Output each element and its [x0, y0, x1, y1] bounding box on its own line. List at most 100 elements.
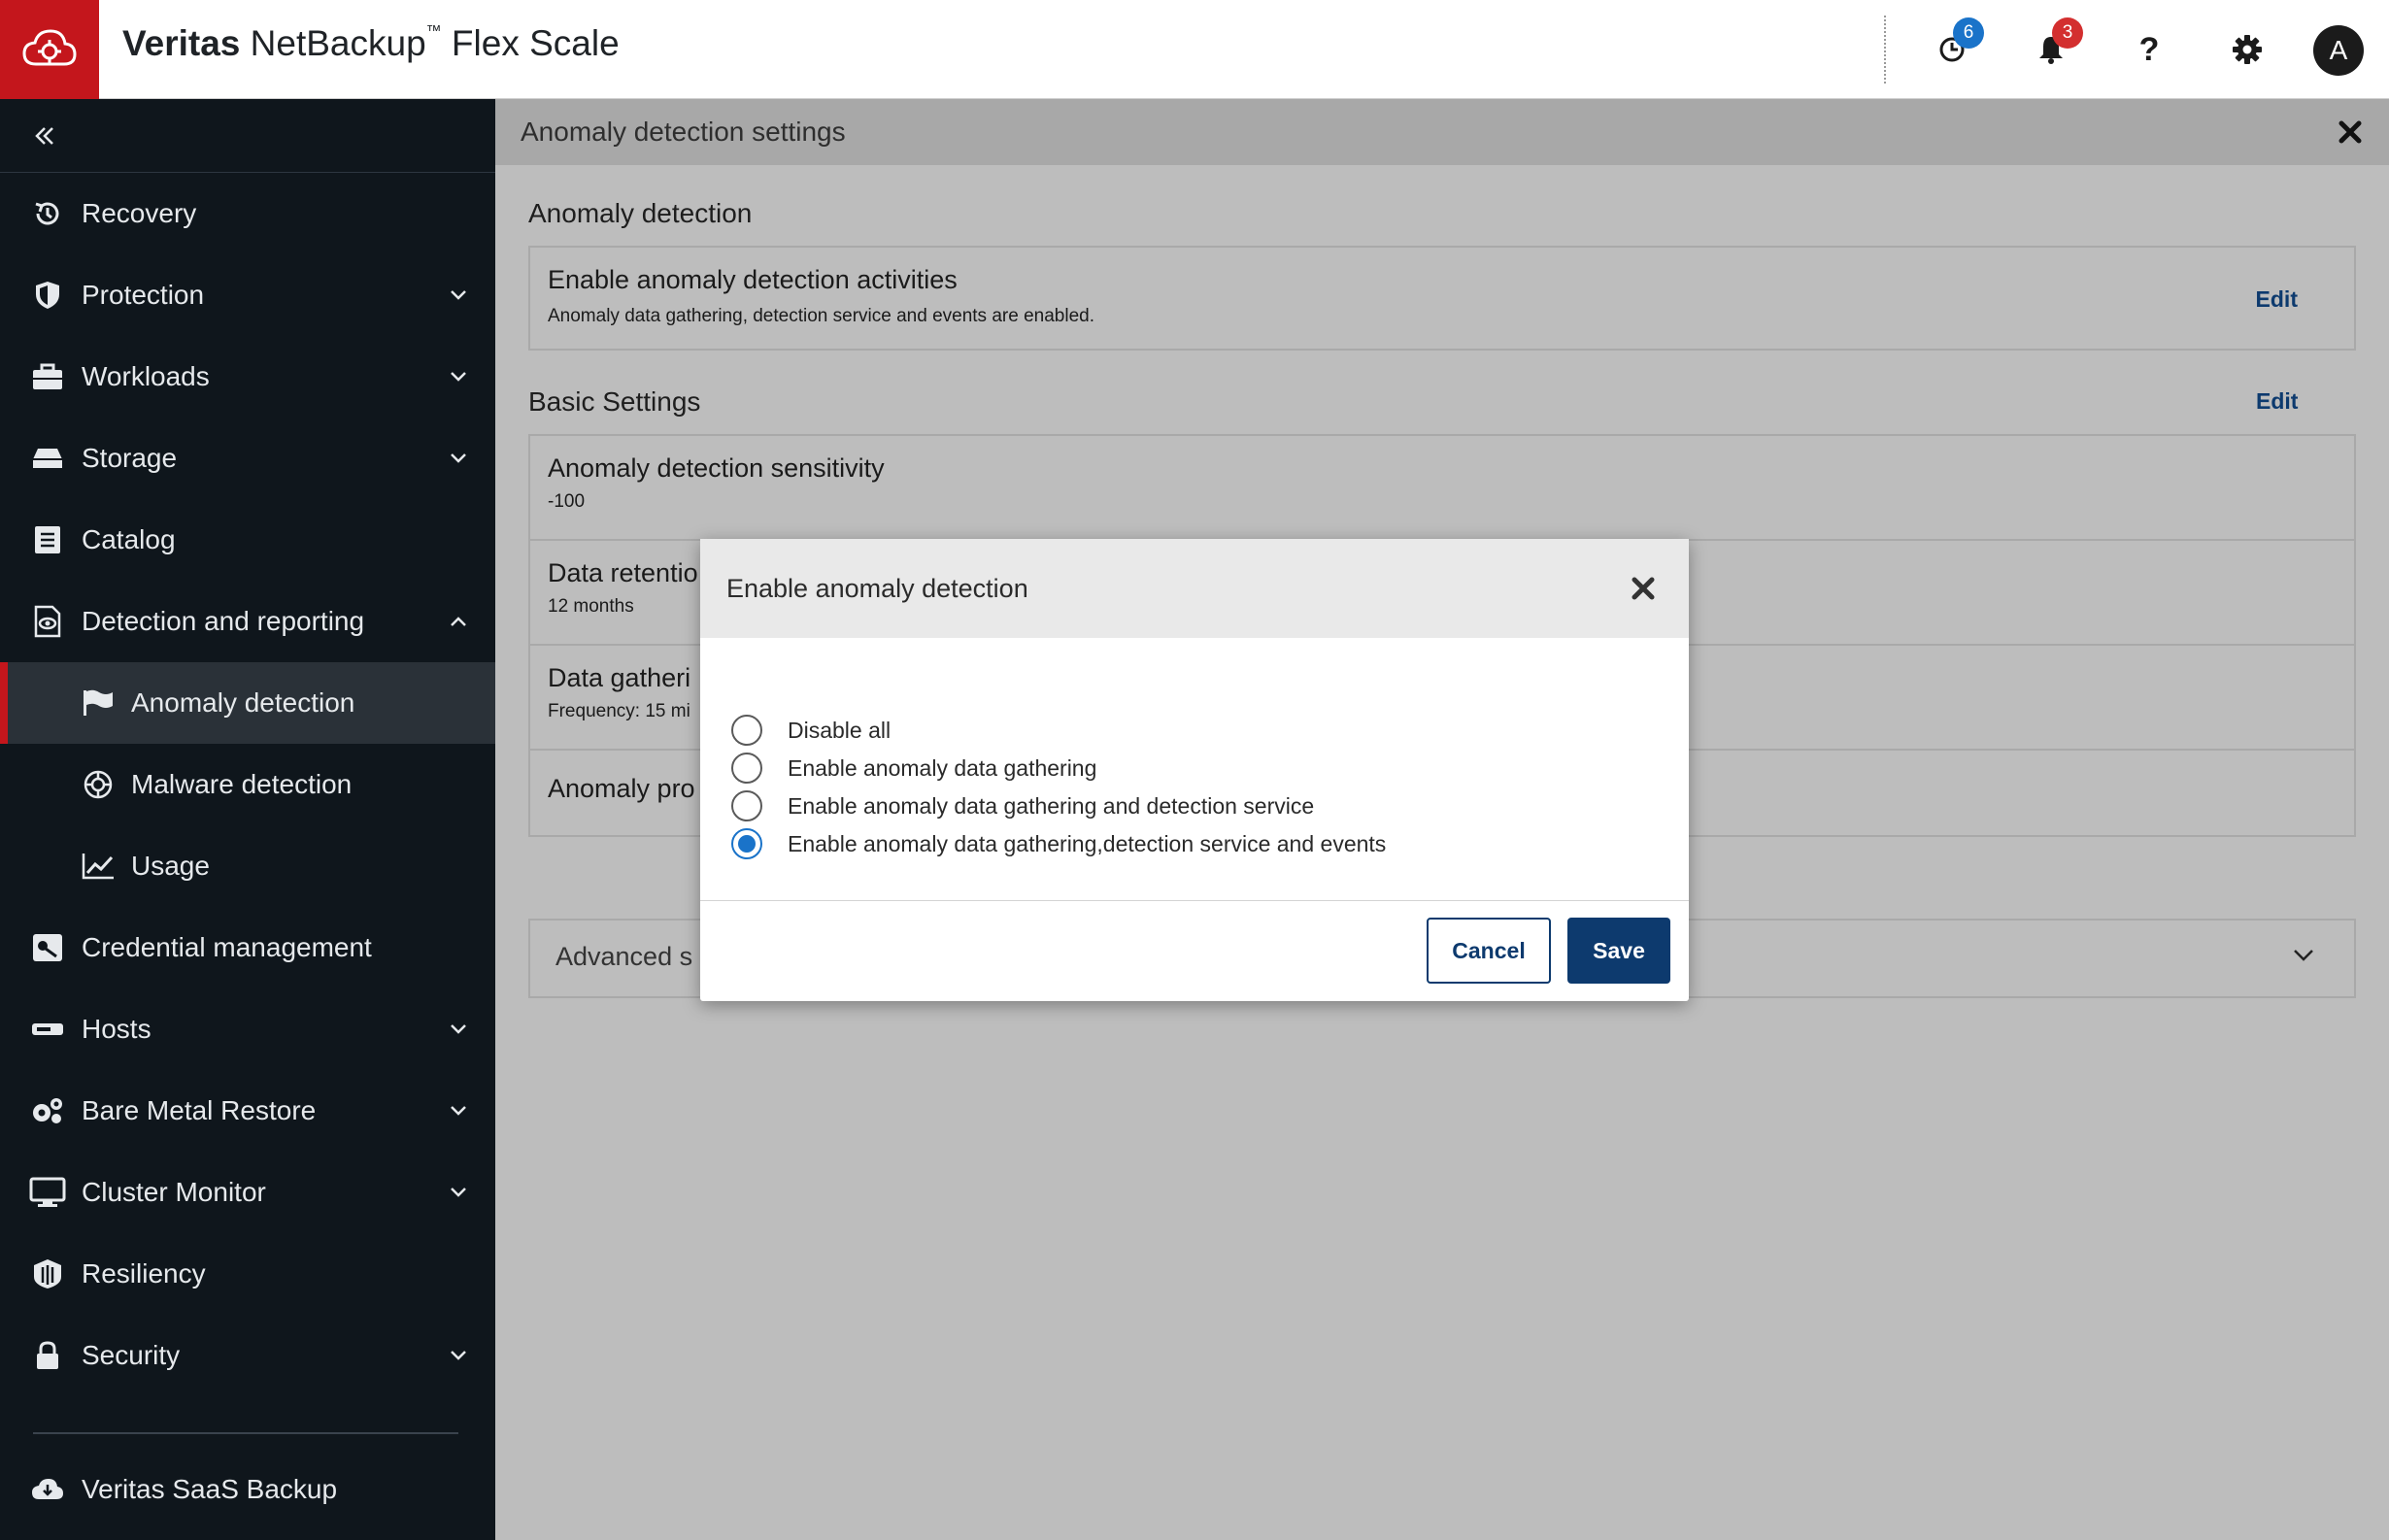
sidebar: Recovery Protection Workloads Storage Ca…	[0, 99, 495, 1540]
sidebar-item-veritas-saas-backup[interactable]: Veritas SaaS Backup	[0, 1449, 495, 1530]
radio-button-selected[interactable]	[731, 828, 762, 859]
sidebar-item-label: Veritas SaaS Backup	[82, 1474, 338, 1504]
card-title: Enable anomaly detection activities	[548, 265, 958, 294]
veritas-logo[interactable]	[0, 0, 99, 99]
question-icon: ?	[2138, 30, 2160, 68]
sidebar-item-label: Anomaly detection	[131, 687, 355, 718]
settings-button[interactable]	[2223, 25, 2271, 74]
sidebar-item-recovery[interactable]: Recovery	[0, 173, 495, 254]
sidebar-item-label: Hosts	[82, 1014, 151, 1044]
user-avatar[interactable]: A	[2313, 25, 2364, 76]
key-icon	[29, 929, 66, 966]
sidebar-item-label: Cluster Monitor	[82, 1177, 266, 1207]
header-divider	[1884, 16, 1886, 84]
monitor-icon	[29, 1174, 66, 1211]
sidebar-item-bare-metal-restore[interactable]: Bare Metal Restore	[0, 1070, 495, 1152]
chevron-down-icon	[447, 284, 470, 307]
radio-option-data-gathering[interactable]: Enable anomaly data gathering	[731, 751, 1096, 786]
sidebar-item-detection-and-reporting[interactable]: Detection and reporting	[0, 581, 495, 662]
card-value: Frequency: 15 mi	[548, 701, 690, 721]
close-icon	[1632, 577, 1655, 600]
radio-option-gathering-detection-events[interactable]: Enable anomaly data gathering,detection …	[731, 826, 1386, 861]
sidebar-item-label: Credential management	[82, 932, 372, 962]
dialog-header: Enable anomaly detection	[700, 539, 1689, 638]
radio-button[interactable]	[731, 753, 762, 784]
sidebar-item-label: Protection	[82, 280, 205, 310]
edit-basic-settings-link[interactable]: Edit	[2256, 388, 2298, 415]
sidebar-item-cluster-monitor[interactable]: Cluster Monitor	[0, 1152, 495, 1233]
sidebar-item-anomaly-detection[interactable]: Anomaly detection	[0, 662, 495, 744]
gear-icon	[2233, 35, 2262, 64]
sidebar-item-catalog[interactable]: Catalog	[0, 499, 495, 581]
panel-title: Anomaly detection settings	[521, 117, 846, 147]
sidebar-item-security[interactable]: Security	[0, 1315, 495, 1396]
sidebar-divider	[33, 1432, 458, 1434]
host-icon	[29, 1011, 66, 1048]
cloud-gear-logo-icon	[22, 29, 77, 66]
accordion-label: Advanced s	[555, 942, 693, 971]
flag-icon	[80, 685, 117, 721]
radio-label: Enable anomaly data gathering,detection …	[788, 830, 1387, 856]
catalog-icon	[29, 521, 66, 558]
card-title: Anomaly pro	[548, 774, 695, 803]
notifications-button[interactable]: 3	[2027, 17, 2083, 74]
card-subtitle: Anomaly data gathering, detection servic…	[548, 306, 1094, 326]
chevron-down-icon	[447, 1018, 470, 1041]
close-dialog-button[interactable]	[1627, 572, 1660, 605]
card-title: Data retentio	[548, 558, 698, 587]
chevron-down-icon	[447, 1099, 470, 1122]
sidebar-item-resiliency[interactable]: Resiliency	[0, 1233, 495, 1315]
sidebar-item-label: Bare Metal Restore	[82, 1095, 317, 1125]
section-title-anomaly-detection: Anomaly detection	[528, 198, 753, 228]
panel-header: Anomaly detection settings	[495, 99, 2389, 165]
enable-anomaly-detection-dialog: Enable anomaly detection Disable all Ena…	[700, 539, 1689, 1001]
radio-button[interactable]	[731, 715, 762, 746]
save-button[interactable]: Save	[1567, 918, 1670, 984]
sidebar-item-label: Workloads	[82, 361, 210, 391]
radio-option-gathering-and-detection[interactable]: Enable anomaly data gathering and detect…	[731, 788, 1314, 823]
jobs-button[interactable]: 6	[1928, 17, 1984, 74]
close-icon	[2339, 120, 2362, 144]
sidebar-item-usage[interactable]: Usage	[0, 825, 495, 907]
radio-option-disable-all[interactable]: Disable all	[731, 713, 891, 748]
virus-icon	[80, 766, 117, 803]
jobs-badge: 6	[1953, 17, 1984, 49]
chevron-down-icon	[447, 447, 470, 470]
chevron-up-icon	[447, 610, 470, 633]
edit-activities-link[interactable]: Edit	[2256, 286, 2298, 313]
chart-line-icon	[80, 848, 117, 885]
lock-icon	[29, 1337, 66, 1374]
radio-label: Disable all	[788, 717, 892, 743]
sidebar-item-label: Catalog	[82, 524, 176, 554]
dialog-title: Enable anomaly detection	[726, 574, 1028, 603]
radio-label: Enable anomaly data gathering	[788, 754, 1097, 781]
sidebar-item-credential-management[interactable]: Credential management	[0, 907, 495, 988]
sidebar-item-storage[interactable]: Storage	[0, 418, 495, 499]
briefcase-icon	[29, 358, 66, 395]
chevron-down-icon	[447, 365, 470, 388]
card-title: Anomaly detection sensitivity	[548, 453, 885, 483]
gears-icon	[29, 1092, 66, 1129]
help-button[interactable]: ?	[2125, 25, 2173, 74]
card-value: -100	[548, 491, 586, 512]
recovery-icon	[29, 195, 66, 232]
double-chevron-left-icon	[35, 126, 53, 145]
card-title: Data gatheri	[548, 663, 691, 692]
collapse-sidebar-button[interactable]	[0, 99, 495, 173]
dialog-footer-divider	[700, 900, 1689, 901]
radio-button[interactable]	[731, 790, 762, 821]
cancel-button[interactable]: Cancel	[1427, 918, 1551, 984]
product-title: Veritas NetBackup™ Flex Scale	[122, 23, 620, 63]
card-value: 12 months	[548, 596, 634, 617]
sidebar-item-label: Resiliency	[82, 1258, 206, 1289]
chevron-down-icon	[447, 1181, 470, 1204]
storage-icon	[29, 440, 66, 477]
sidebar-item-hosts[interactable]: Hosts	[0, 988, 495, 1070]
close-panel-button[interactable]	[2333, 115, 2368, 150]
resiliency-icon	[29, 1255, 66, 1292]
card-sensitivity: Anomaly detection sensitivity -100	[528, 434, 2356, 541]
sidebar-item-workloads[interactable]: Workloads	[0, 336, 495, 418]
sidebar-item-protection[interactable]: Protection	[0, 254, 495, 336]
shield-icon	[29, 277, 66, 314]
sidebar-item-malware-detection[interactable]: Malware detection	[0, 744, 495, 825]
